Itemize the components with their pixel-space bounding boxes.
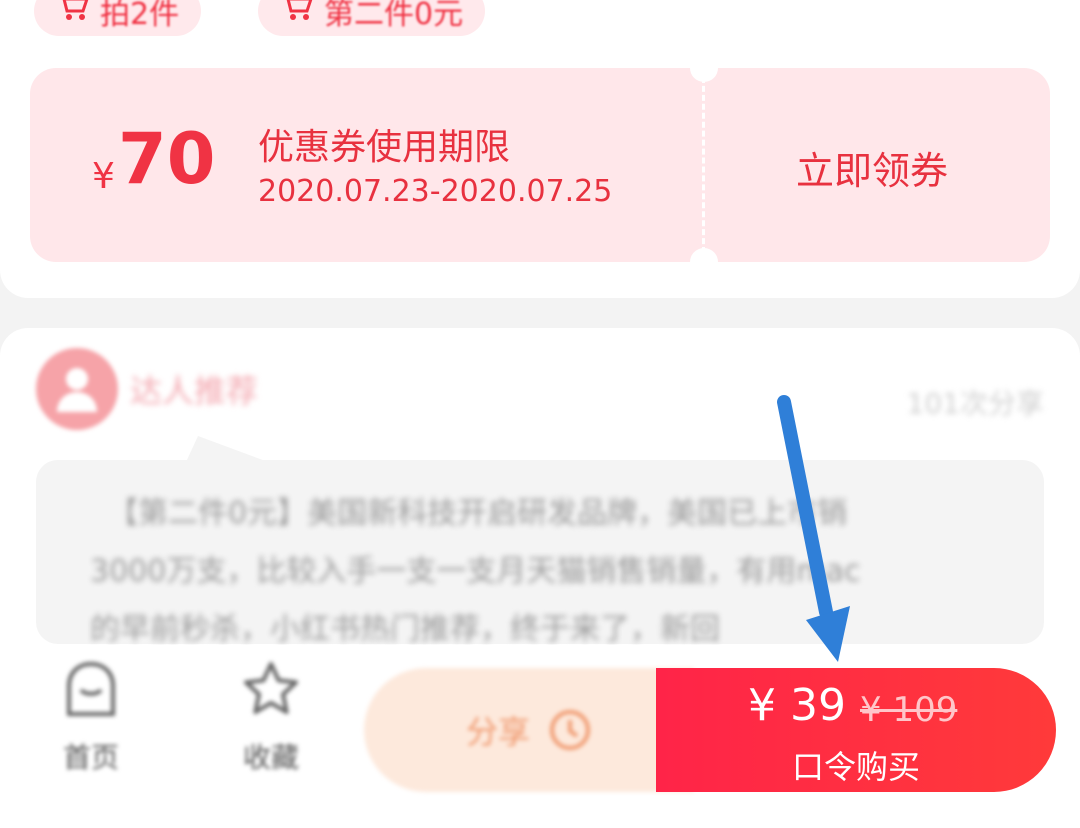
- clock-icon: [550, 710, 590, 750]
- coupon-validity-label: 优惠券使用期限: [258, 127, 511, 168]
- share-label: 分享: [465, 713, 530, 751]
- coupon-validity-dates: 2020.07.23-2020.07.25: [258, 174, 613, 209]
- coupon-divider: [702, 68, 705, 262]
- home-icon: [67, 661, 115, 716]
- purchase-label: 口令购买: [791, 748, 920, 786]
- tag-buy-two[interactable]: 拍2件: [34, 0, 202, 36]
- cart-icon: [280, 0, 314, 30]
- post-line: 的早前秒杀，小红书热门推荐，终于来了，新回: [90, 612, 720, 647]
- post-line: 3000万支，比较入手一支一支月天猫销售销量，有用mac: [90, 554, 861, 589]
- post-line: 【第二件0元】美国新科技开启研发品牌，美国已上市销: [108, 496, 848, 531]
- post-text-bubble: 【第二件0元】美国新科技开启研发品牌，美国已上市销 3000万支，比较入手一支一…: [36, 460, 1044, 647]
- coupon-amount: 70: [118, 118, 216, 200]
- tag-second-free[interactable]: 第二件0元: [258, 0, 486, 36]
- avatar[interactable]: [36, 348, 118, 430]
- tag-label: 第二件0元: [324, 0, 464, 32]
- coupon: ¥ 70 优惠券使用期限 2020.07.23-2020.07.25 立即领券: [30, 68, 1050, 262]
- coupon-currency: ¥: [92, 156, 115, 197]
- coupon-notch: [690, 68, 718, 82]
- current-price: ¥ 39: [748, 680, 846, 731]
- star-icon: [244, 662, 298, 714]
- share-count: 101次分享: [906, 387, 1044, 420]
- nav-home[interactable]: 首页: [46, 660, 136, 776]
- bubble-tail: [186, 436, 268, 462]
- nav-home-label: 首页: [62, 741, 119, 774]
- cart-icon: [56, 0, 90, 30]
- author-name: 达人推荐: [130, 372, 259, 410]
- claim-coupon-button[interactable]: 立即领券: [796, 140, 948, 195]
- share-button[interactable]: 分享: [364, 668, 694, 792]
- nav-favorite-label: 收藏: [242, 741, 299, 774]
- code-purchase-button[interactable]: ¥ 39 ¥ 109 口令购买: [656, 668, 1056, 792]
- original-price: ¥ 109: [860, 690, 958, 730]
- coupon-notch: [690, 248, 718, 262]
- user-icon: [57, 368, 97, 412]
- tag-label: 拍2件: [100, 0, 180, 32]
- nav-favorite[interactable]: 收藏: [226, 660, 316, 776]
